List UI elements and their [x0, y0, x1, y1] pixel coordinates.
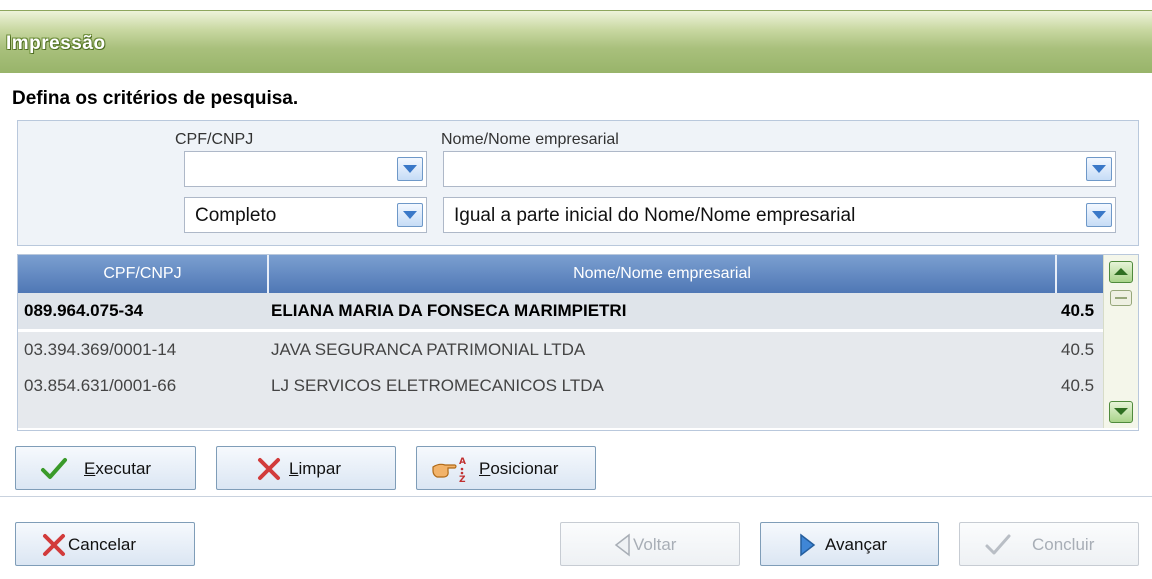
scroll-thumb[interactable] — [1110, 290, 1132, 306]
cancel-x-icon — [43, 534, 65, 556]
scroll-up-icon[interactable] — [1109, 261, 1133, 283]
posicionar-accesskey: P — [479, 459, 491, 478]
chevron-down-icon[interactable] — [1086, 203, 1112, 227]
executar-button[interactable]: Executar — [15, 446, 196, 490]
cpf-mode-select[interactable]: Completo — [184, 197, 427, 233]
cell-nome: LJ SERVICOS ELETROMECANICOS LTDA — [271, 376, 604, 395]
avancar-label: Avançar — [825, 535, 888, 554]
chevron-down-icon[interactable] — [397, 157, 423, 181]
voltar-label: Voltar — [633, 535, 677, 554]
svg-text:A: A — [459, 457, 466, 467]
results-grid: CPF/CNPJ Nome/Nome empresarial 089.964.0… — [17, 254, 1139, 431]
avancar-button[interactable]: Avançar — [760, 522, 939, 566]
executar-label: xecutar — [95, 459, 152, 478]
nome-input[interactable] — [443, 151, 1116, 187]
grid-header: CPF/CNPJ Nome/Nome empresarial — [18, 255, 1103, 293]
table-row[interactable]: 089.964.075-34 ELIANA MARIA DA FONSECA M… — [18, 293, 1103, 329]
search-criteria-panel: CPF/CNPJ Nome/Nome empresarial Completo … — [17, 120, 1139, 246]
cpf-mode-value: Completo — [195, 205, 277, 226]
cpf-label: CPF/CNPJ — [175, 131, 254, 148]
footer-divider — [0, 496, 1152, 497]
cell-extra: 40.5 — [1061, 376, 1095, 395]
cell-nome: JAVA SEGURANCA PATRIMONIAL LTDA — [271, 340, 586, 359]
vertical-scrollbar[interactable] — [1103, 255, 1138, 428]
checkmark-icon — [41, 458, 67, 479]
cell-extra: 40.5 — [1061, 301, 1095, 320]
clear-x-icon — [258, 458, 280, 480]
checkmark-icon — [985, 534, 1011, 555]
cell-extra: 40.5 — [1061, 340, 1095, 359]
svg-text:Z: Z — [459, 475, 466, 483]
nome-label: Nome/Nome empresarial — [441, 131, 619, 148]
cell-cpf: 03.854.631/0001-66 — [24, 376, 177, 395]
posicionar-button[interactable]: A Z Posicionar — [416, 446, 596, 490]
cell-cpf: 03.394.369/0001-14 — [24, 340, 177, 359]
window-title-bar: Impressão — [0, 10, 1152, 73]
limpar-button[interactable]: Limpar — [216, 446, 396, 490]
cpf-input[interactable] — [184, 151, 427, 187]
chevron-down-icon[interactable] — [397, 203, 423, 227]
concluir-button[interactable]: Concluir — [959, 522, 1139, 566]
cancelar-label: Cancelar — [68, 535, 137, 554]
limpar-label: impar — [298, 459, 341, 478]
column-header-nome[interactable]: Nome/Nome empresarial — [269, 255, 1057, 293]
nome-mode-value: Igual a parte inicial do Nome/Nome empre… — [454, 205, 856, 226]
posicionar-label: osicionar — [490, 459, 559, 478]
cancelar-button[interactable]: Cancelar — [15, 522, 195, 566]
cell-cpf: 089.964.075-34 — [24, 301, 144, 320]
executar-accesskey: E — [84, 459, 96, 478]
pointing-hand-sort-icon: A Z — [432, 457, 466, 483]
column-header-cpf[interactable]: CPF/CNPJ — [18, 255, 269, 293]
page-heading: Defina os critérios de pesquisa. — [12, 88, 299, 109]
window-title: Impressão — [6, 33, 106, 54]
table-row-empty — [18, 404, 1103, 428]
chevron-down-icon[interactable] — [1086, 157, 1112, 181]
column-header-extra[interactable] — [1057, 255, 1103, 293]
cell-nome: ELIANA MARIA DA FONSECA MARIMPIETRI — [271, 301, 627, 320]
table-row[interactable]: 03.854.631/0001-66 LJ SERVICOS ELETROMEC… — [18, 368, 1103, 404]
scroll-down-icon[interactable] — [1109, 401, 1133, 423]
concluir-label: Concluir — [1032, 535, 1095, 554]
voltar-button[interactable]: Voltar — [560, 522, 740, 566]
table-row[interactable]: 03.394.369/0001-14 JAVA SEGURANCA PATRIM… — [18, 332, 1103, 368]
nome-mode-select[interactable]: Igual a parte inicial do Nome/Nome empre… — [443, 197, 1116, 233]
forward-arrow-icon — [800, 533, 816, 557]
